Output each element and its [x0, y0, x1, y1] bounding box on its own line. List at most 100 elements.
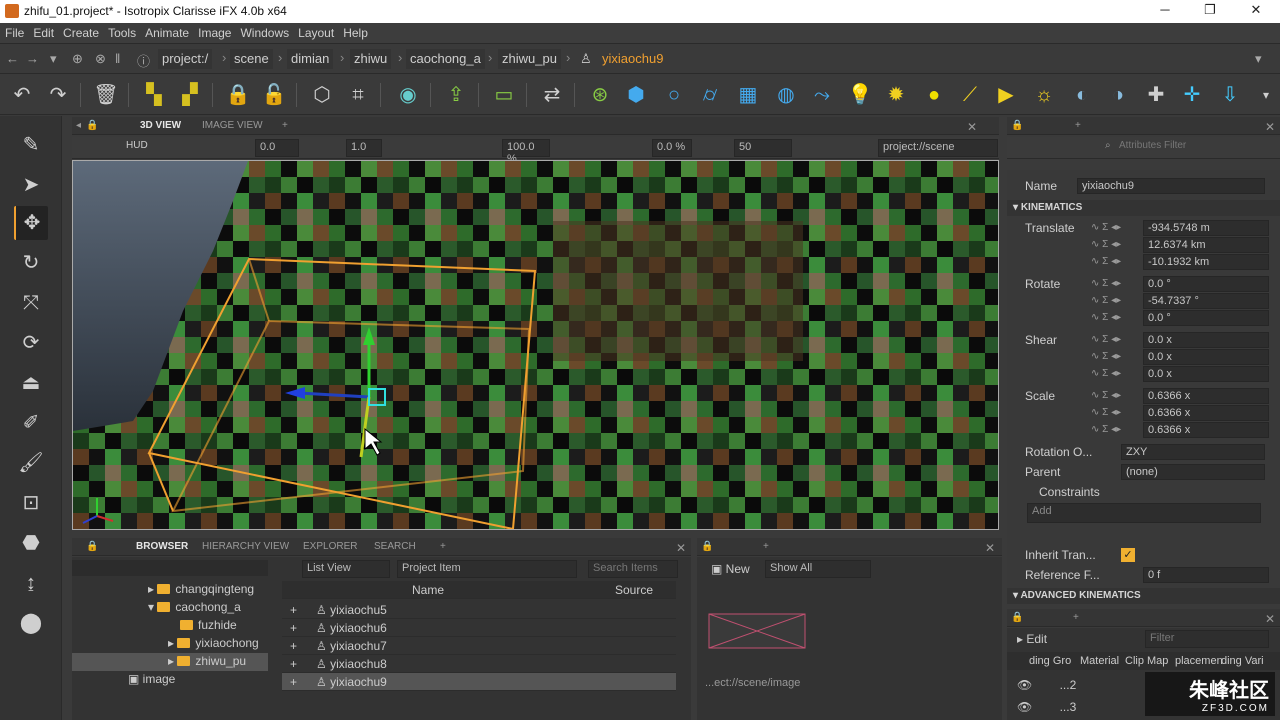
tab-hierarchy[interactable]: HIERARCHY VIEW	[202, 541, 289, 552]
menu-animate[interactable]: Animate	[140, 23, 193, 40]
brush-icon[interactable]: 🖌	[14, 446, 48, 480]
sphere-icon[interactable]: ○	[660, 81, 688, 109]
stamp-icon[interactable]: ⏏	[14, 366, 48, 400]
tree-item[interactable]: fuzhide	[180, 618, 237, 632]
env-icon[interactable]: ◐	[1068, 81, 1096, 109]
globe-icon[interactable]: ◍	[772, 81, 800, 109]
material-icon[interactable]: ⬤	[14, 606, 48, 640]
ruler-icon[interactable]: ↨	[14, 566, 48, 600]
inherit-checkbox[interactable]: ✓	[1121, 548, 1135, 562]
delete-icon[interactable]: 🗑	[92, 81, 120, 109]
sun-icon[interactable]: ✹	[882, 81, 910, 109]
restore-button[interactable]: ❐	[1195, 2, 1225, 18]
constraints-add[interactable]: Add	[1027, 503, 1261, 523]
add-tab-icon[interactable]: +	[440, 541, 446, 552]
camera-icon[interactable]: ⬣	[14, 526, 48, 560]
lock-icon[interactable]: 🔒	[701, 541, 713, 552]
list-item[interactable]: + ♙ yixiaochu5	[282, 601, 676, 619]
light-array-icon[interactable]: ☼	[1030, 81, 1058, 109]
import-icon[interactable]: ⇪	[442, 81, 470, 109]
view-mode-select[interactable]: List View	[302, 560, 390, 578]
crumb-zhiwu-pu[interactable]: zhiwu_pu	[498, 49, 561, 69]
list-item-selected[interactable]: + ♙ yixiaochu9	[282, 673, 676, 691]
percent-field-2[interactable]: 0.0 %	[652, 139, 692, 157]
kinematics-section[interactable]: ▾ KINEMATICS	[1007, 200, 1280, 216]
translate-z-field[interactable]: -10.1932 km	[1143, 254, 1269, 270]
col-shading-variable[interactable]: ding Vari	[1221, 655, 1264, 667]
lock-icon[interactable]: 🔒	[1011, 612, 1023, 623]
info-icon[interactable]: ⓘ	[137, 51, 150, 70]
tab-search[interactable]: SEARCH	[374, 541, 416, 552]
add-tab-icon[interactable]: +	[282, 120, 288, 131]
tree-item[interactable]: ▣ image	[128, 672, 175, 686]
shear-y-field[interactable]: 0.0 x	[1143, 349, 1269, 365]
unlock-icon[interactable]: 🔓	[260, 81, 288, 109]
lock-icon[interactable]: 🔒	[86, 120, 98, 131]
lock-icon[interactable]: 🔒	[1011, 120, 1023, 131]
dome-light-icon[interactable]: ●	[920, 81, 948, 109]
cylinder-icon[interactable]: ⌭	[696, 81, 724, 109]
orbit-icon[interactable]: ⟳	[14, 326, 48, 360]
attributes-filter[interactable]: Attributes Filter	[1119, 140, 1186, 151]
menu-image[interactable]: Image	[193, 23, 235, 40]
col-source[interactable]: Source	[615, 583, 653, 597]
light-bulb-icon[interactable]: 💡	[846, 81, 874, 109]
gamma-field[interactable]: 1.0	[346, 139, 382, 157]
context-selector[interactable]: project://scene	[878, 139, 998, 157]
rotate-x-field[interactable]: 0.0 °	[1143, 276, 1269, 292]
exposure-field[interactable]: 0.0	[255, 139, 299, 157]
crumb-scene[interactable]: scene	[230, 49, 273, 69]
paint-icon[interactable]: ✐	[14, 406, 48, 440]
close-button[interactable]: ✕	[1241, 2, 1271, 18]
move-icon[interactable]: ✥	[14, 206, 48, 240]
area-light-icon[interactable]: ▶	[992, 81, 1020, 109]
3d-viewport[interactable]	[72, 160, 999, 530]
tab-explorer[interactable]: EXPLORER	[303, 541, 357, 552]
samples-field[interactable]: 50	[734, 139, 792, 157]
back-icon[interactable]: ←	[6, 51, 19, 66]
tree-item[interactable]: ▸ changqingteng	[148, 582, 254, 596]
list-item[interactable]: + ♙ yixiaochu8	[282, 655, 676, 673]
add-tab-icon[interactable]: +	[763, 541, 769, 552]
link-icon[interactable]: ⊕	[72, 51, 83, 67]
rotate-y-field[interactable]: -54.7337 °	[1143, 293, 1269, 309]
advanced-kinematics-section[interactable]: ▾ ADVANCED KINEMATICS	[1007, 588, 1280, 604]
list-item[interactable]: + ♙ yixiaochu6	[282, 619, 676, 637]
col-displacement[interactable]: placemen	[1175, 655, 1223, 667]
cube-icon[interactable]: ⬡	[308, 81, 336, 109]
close-panel-icon[interactable]: ✕	[985, 541, 995, 555]
image-thumbnail[interactable]	[708, 613, 806, 649]
col-shading-group[interactable]: ding Gro	[1029, 655, 1071, 667]
menu-file[interactable]: File	[0, 23, 28, 40]
search-items-input[interactable]: Search Items	[588, 560, 678, 578]
close-panel-icon[interactable]: ✕	[676, 541, 686, 555]
add-tab-icon[interactable]: +	[1073, 612, 1079, 623]
parent-select[interactable]: (none)	[1121, 464, 1265, 480]
new-button[interactable]: ▣ New	[711, 562, 750, 576]
pin-icon[interactable]: ◂	[76, 120, 81, 131]
scale-y-field[interactable]: 0.6366 x	[1143, 405, 1269, 421]
tree-item[interactable]: ▾ caochong_a	[148, 600, 241, 614]
grid-icon[interactable]: ▦	[734, 81, 762, 109]
add-tab-icon[interactable]: +	[1075, 120, 1081, 131]
select-icon[interactable]: ➤	[14, 168, 48, 202]
edit-menu[interactable]: ▸ Edit	[1017, 632, 1047, 646]
env2-icon[interactable]: ◑	[1104, 81, 1132, 109]
lock-icon[interactable]: 🔒	[224, 81, 252, 109]
close-panel-icon[interactable]: ✕	[967, 120, 977, 134]
transform-icon[interactable]: ⌗	[344, 81, 372, 109]
name-field[interactable]: yixiaochu9	[1077, 178, 1265, 194]
shear-z-field[interactable]: 0.0 x	[1143, 366, 1269, 382]
rotate-z-field[interactable]: 0.0 °	[1143, 310, 1269, 326]
recycle-icon[interactable]: ⊗	[95, 51, 106, 67]
box-icon[interactable]: ⬢	[622, 81, 650, 109]
tree-item-selected[interactable]: ▸ zhiwu_pu	[168, 654, 246, 668]
menu-tools[interactable]: Tools	[103, 23, 140, 40]
connect-icon[interactable]: ⇄	[538, 81, 566, 109]
percent-field[interactable]: 100.0 %	[502, 139, 550, 165]
spot-light-icon[interactable]: ⟋	[956, 81, 984, 109]
crumb-zhiwu[interactable]: zhiwu	[350, 49, 392, 69]
rotation-order-select[interactable]: ZXY	[1121, 444, 1265, 460]
render-icon[interactable]: ◉	[394, 81, 422, 109]
pause-icon[interactable]: ‖	[115, 51, 120, 66]
